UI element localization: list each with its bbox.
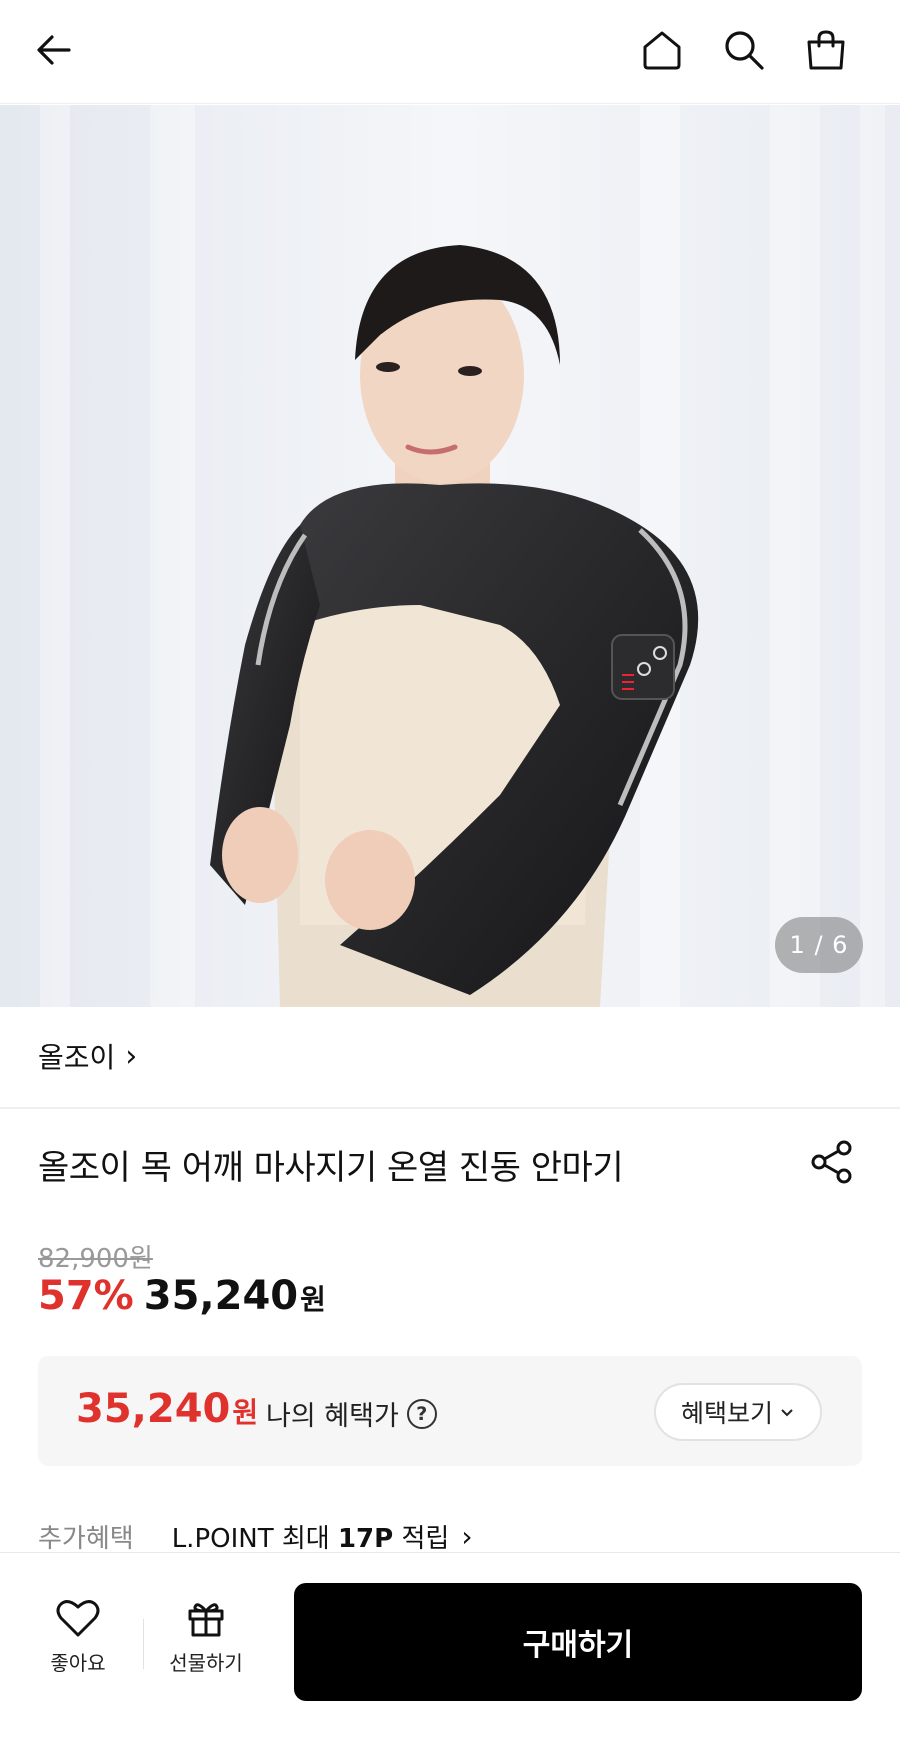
chevron-down-icon: [781, 1409, 793, 1417]
product-photo: [0, 105, 900, 1007]
gift-label: 선물하기: [169, 1651, 243, 1675]
lpoint-prefix: L.POINT 최대: [171, 1524, 338, 1554]
share-icon[interactable]: [808, 1138, 856, 1186]
lpoint-points: 17P: [337, 1524, 394, 1554]
search-icon[interactable]: [718, 24, 770, 76]
view-benefits-button[interactable]: 혜택보기: [654, 1383, 822, 1441]
gift-icon: [188, 1603, 224, 1637]
benefit-price: 35,240 원: [76, 1386, 258, 1432]
top-header: [0, 0, 900, 104]
home-icon[interactable]: [636, 24, 688, 76]
lpoint-suffix: 적립: [393, 1524, 450, 1554]
heart-icon: [56, 1600, 100, 1637]
arrow-left-icon[interactable]: [28, 24, 80, 76]
chevron-right-icon: ›: [461, 1520, 473, 1553]
help-icon[interactable]: ?: [406, 1398, 437, 1429]
sale-price: 35,240: [143, 1273, 299, 1319]
buy-button[interactable]: 구매하기: [294, 1583, 862, 1701]
product-title: 올조이 목 어깨 마사지기 온열 진동 안마기: [38, 1148, 624, 1188]
price-unit: 원: [300, 1283, 326, 1316]
like-label: 좋아요: [50, 1651, 106, 1675]
brand-link[interactable]: 올조이 ›: [38, 1036, 137, 1076]
bottom-action-bar: 좋아요 선물하기 구매하기: [0, 1552, 900, 1738]
additional-benefit-label: 추가혜택: [38, 1524, 134, 1554]
view-benefits-label: 혜택보기: [680, 1399, 773, 1428]
original-price: 82,900원: [38, 1244, 153, 1274]
shopping-bag-icon[interactable]: [800, 24, 852, 76]
discount-rate: 57%: [38, 1273, 134, 1319]
benefit-label: 나의 혜택가 ?: [266, 1394, 437, 1433]
additional-benefit-row[interactable]: 추가혜택 L.POINT 최대 17P 적립 ›: [38, 1518, 473, 1555]
gift-button[interactable]: 선물하기: [146, 1597, 266, 1676]
like-button[interactable]: 좋아요: [18, 1597, 138, 1676]
brand-name: 올조이: [38, 1041, 116, 1074]
benefit-price-unit: 원: [232, 1396, 259, 1429]
divider: [0, 1107, 900, 1109]
benefit-box: 35,240 원 나의 혜택가 ? 혜택보기: [38, 1356, 862, 1466]
benefit-price-value: 35,240: [76, 1386, 231, 1432]
lpoint-text: L.POINT 최대 17P 적립: [172, 1518, 450, 1555]
divider: [143, 1619, 144, 1669]
product-image[interactable]: 1 / 6: [0, 105, 900, 1007]
benefit-label-text: 나의 혜택가: [266, 1401, 399, 1432]
chevron-right-icon: ›: [125, 1038, 138, 1074]
sale-price-row: 57% 35,240 원: [38, 1273, 326, 1319]
image-counter: 1 / 6: [775, 917, 863, 973]
